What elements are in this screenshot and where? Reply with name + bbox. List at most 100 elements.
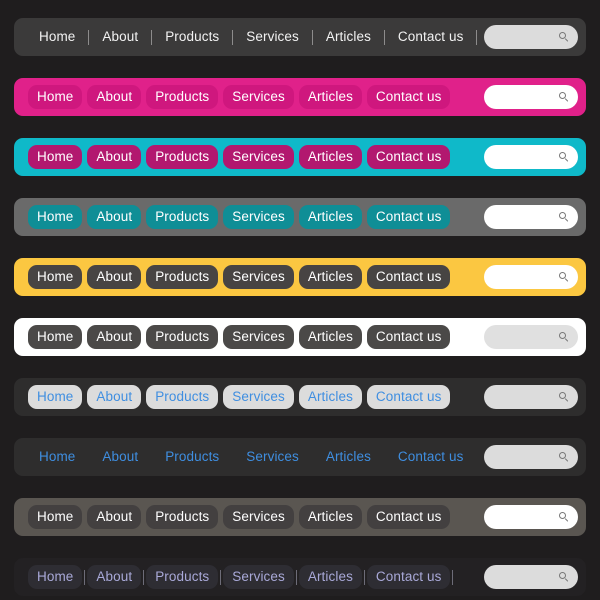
search-icon[interactable] xyxy=(559,571,570,583)
nav-item-home[interactable]: Home xyxy=(28,25,86,49)
nav-item-contact-us[interactable]: Contact us xyxy=(387,445,475,469)
nav-item-home[interactable]: Home xyxy=(28,85,83,109)
nav-item-about[interactable]: About xyxy=(87,145,142,169)
search-input[interactable] xyxy=(484,265,578,289)
nav-item-about[interactable]: About xyxy=(91,445,149,469)
nav-separator xyxy=(84,90,85,105)
nav-item-contact-us[interactable]: Contact us xyxy=(387,25,475,49)
search-input[interactable] xyxy=(484,505,578,529)
nav-item-products[interactable]: Products xyxy=(146,505,219,529)
nav-item-services[interactable]: Services xyxy=(235,445,310,469)
nav-item-home[interactable]: Home xyxy=(28,325,83,349)
nav-item-services[interactable]: Services xyxy=(223,145,294,169)
nav-item-articles[interactable]: Articles xyxy=(315,445,382,469)
nav-item-home[interactable]: Home xyxy=(28,145,83,169)
nav-item-articles[interactable]: Articles xyxy=(298,85,362,109)
nav-item-services[interactable]: Services xyxy=(223,85,294,109)
nav-item-about[interactable]: About xyxy=(87,325,142,349)
nav-item-products[interactable]: Products xyxy=(146,325,219,349)
nav-separator xyxy=(88,450,89,465)
nav-item-home[interactable]: Home xyxy=(28,385,83,409)
nav-item-products[interactable]: Products xyxy=(146,565,219,589)
search-icon[interactable] xyxy=(559,91,570,103)
nav-separator xyxy=(220,330,221,345)
navbar-warmgray: Home About Products Services Articles Contact… xyxy=(14,498,586,536)
nav-items-group: Home About Products Services Articles Contact… xyxy=(28,138,484,176)
nav-item-about[interactable]: About xyxy=(87,205,142,229)
nav-item-contact-us[interactable]: Contact us xyxy=(366,325,451,349)
nav-item-articles[interactable]: Articles xyxy=(298,265,362,289)
nav-separator xyxy=(143,90,144,105)
nav-item-articles[interactable]: Articles xyxy=(298,205,362,229)
nav-item-articles[interactable]: Articles xyxy=(315,25,382,49)
nav-item-articles[interactable]: Articles xyxy=(298,385,362,409)
nav-item-services[interactable]: Services xyxy=(223,205,294,229)
nav-item-home[interactable]: Home xyxy=(28,205,83,229)
nav-item-articles[interactable]: Articles xyxy=(298,565,362,589)
search-input[interactable] xyxy=(484,145,578,169)
nav-item-contact-us[interactable]: Contact us xyxy=(366,85,451,109)
nav-item-services[interactable]: Services xyxy=(223,505,294,529)
nav-item-products[interactable]: Products xyxy=(146,265,219,289)
nav-item-contact-us[interactable]: Contact us xyxy=(366,385,451,409)
nav-item-products[interactable]: Products xyxy=(154,25,230,49)
nav-item-about[interactable]: About xyxy=(87,265,142,289)
nav-item-contact-us[interactable]: Contact us xyxy=(366,505,451,529)
nav-separator xyxy=(364,390,365,405)
search-icon[interactable] xyxy=(559,511,570,523)
nav-item-contact-us[interactable]: Contact us xyxy=(366,205,451,229)
nav-separator xyxy=(363,569,365,585)
nav-item-products[interactable]: Products xyxy=(146,145,219,169)
nav-item-about[interactable]: About xyxy=(91,25,149,49)
nav-item-home[interactable]: Home xyxy=(28,505,83,529)
search-icon[interactable] xyxy=(559,451,570,463)
search-icon[interactable] xyxy=(559,271,570,283)
nav-item-services[interactable]: Services xyxy=(223,325,294,349)
nav-item-services[interactable]: Services xyxy=(223,565,294,589)
search-input[interactable] xyxy=(484,325,578,349)
nav-item-about[interactable]: About xyxy=(87,385,142,409)
search-icon[interactable] xyxy=(559,211,570,223)
nav-item-about[interactable]: About xyxy=(87,85,142,109)
nav-item-about[interactable]: About xyxy=(87,565,142,589)
nav-item-home[interactable]: Home xyxy=(28,565,83,589)
nav-separator xyxy=(84,390,85,405)
search-input[interactable] xyxy=(484,205,578,229)
nav-item-home[interactable]: Home xyxy=(28,445,86,469)
nav-items-group: Home About Products Services Articles Contact… xyxy=(28,558,484,596)
nav-item-products[interactable]: Products xyxy=(146,85,219,109)
nav-item-products[interactable]: Products xyxy=(146,385,219,409)
nav-item-articles[interactable]: Articles xyxy=(298,505,362,529)
nav-item-articles[interactable]: Articles xyxy=(298,145,362,169)
nav-item-contact-us[interactable]: Contact us xyxy=(366,265,451,289)
nav-item-services[interactable]: Services xyxy=(223,265,294,289)
nav-item-about[interactable]: About xyxy=(87,505,142,529)
nav-item-contact-us[interactable]: Contact us xyxy=(366,145,451,169)
navbar-white: Home About Products Services Articles Contact… xyxy=(14,318,586,356)
nav-separator xyxy=(84,569,86,585)
search-icon[interactable] xyxy=(559,31,570,43)
nav-separator xyxy=(476,450,477,465)
nav-separator xyxy=(452,569,454,585)
navbar-dark-blue-text: Home About Products Services Articles Contact… xyxy=(14,438,586,476)
nav-items-group: Home About Products Services Articles Contact… xyxy=(28,438,484,476)
nav-item-products[interactable]: Products xyxy=(146,205,219,229)
search-input[interactable] xyxy=(484,445,578,469)
nav-item-contact-us[interactable]: Contact us xyxy=(366,565,451,589)
search-icon[interactable] xyxy=(559,151,570,163)
search-icon[interactable] xyxy=(559,331,570,343)
search-input[interactable] xyxy=(484,565,578,589)
navbar-dark-light-pills: Home About Products Services Articles Contact… xyxy=(14,378,586,416)
nav-item-services[interactable]: Services xyxy=(223,385,294,409)
nav-item-home[interactable]: Home xyxy=(28,265,83,289)
nav-separator xyxy=(296,210,297,225)
search-input[interactable] xyxy=(484,25,578,49)
nav-item-services[interactable]: Services xyxy=(235,25,310,49)
nav-item-products[interactable]: Products xyxy=(154,445,230,469)
search-input[interactable] xyxy=(484,385,578,409)
search-icon[interactable] xyxy=(559,391,570,403)
nav-separator xyxy=(452,510,453,525)
search-input[interactable] xyxy=(484,85,578,109)
nav-separator xyxy=(296,510,297,525)
nav-item-articles[interactable]: Articles xyxy=(298,325,362,349)
